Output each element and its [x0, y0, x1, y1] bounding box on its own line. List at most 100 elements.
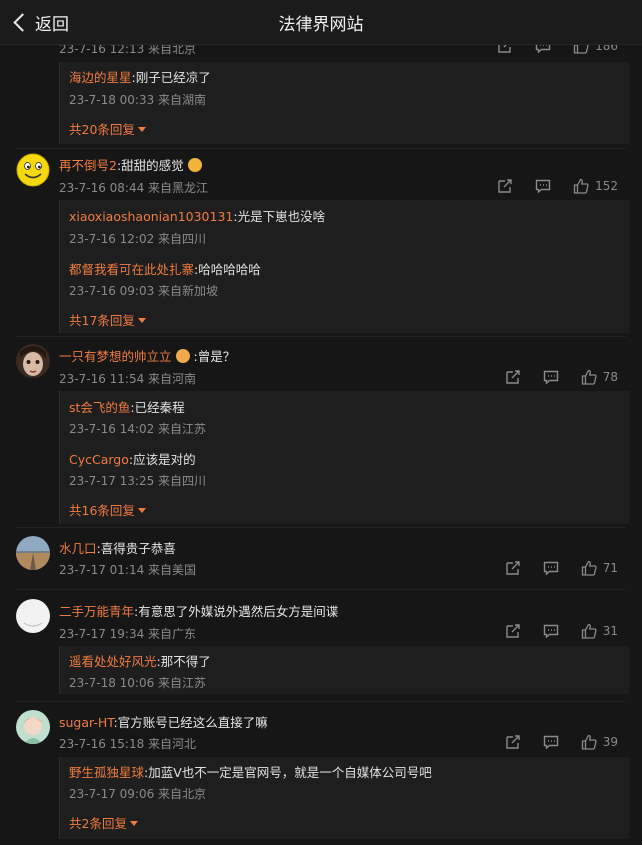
like-count: 152 [595, 179, 618, 193]
share-button[interactable] [505, 369, 521, 385]
emoji-icon [175, 349, 190, 363]
avatar[interactable] [16, 153, 50, 187]
share-icon [506, 735, 520, 749]
comment-username[interactable]: 二手万能青年 [59, 604, 134, 619]
comment-text: 二手万能青年:有意思了外媒说外遇然后女方是间谍 [59, 604, 339, 619]
avatar[interactable] [16, 710, 50, 744]
reply-box: 野生孤独星球:加蓝V也不一定是官网号，就是一个自媒体公司号吧 23-7-17 0… [59, 757, 629, 839]
comment-button[interactable] [535, 178, 551, 194]
comment-button[interactable] [543, 623, 559, 639]
comment-text: 一只有梦想的帅立立 :曾是？ [59, 349, 236, 364]
reply-meta: 23-7-16 14:02 来自江苏 [69, 422, 207, 436]
comment-meta: 23-7-16 08:44 来自黑龙江 [59, 181, 209, 195]
thumbs-up-icon [581, 369, 597, 385]
reply-meta: 23-7-18 00:33 来自湖南 [69, 93, 207, 107]
comment-meta: 23-7-16 11:54 来自河南 [59, 372, 197, 386]
caret-down-icon [129, 821, 138, 826]
like-button[interactable]: 39 [581, 734, 618, 750]
share-icon [506, 624, 520, 638]
share-button[interactable] [497, 178, 513, 194]
reply-username[interactable]: 都督我看可在此处扎寨 [69, 262, 194, 277]
like-button[interactable]: 152 [573, 178, 618, 194]
reply-box: 遥看处处好风光:那不得了 23-7-18 10:06 来自江苏 [59, 646, 629, 694]
more-replies-link[interactable]: 共17条回复 [69, 310, 146, 329]
reply-meta: 23-7-17 09:06 来自北京 [69, 787, 207, 801]
avatar[interactable] [16, 344, 50, 378]
divider [16, 336, 626, 337]
comment-username[interactable]: 水几口 [59, 541, 97, 556]
comment-icon [543, 561, 558, 576]
page-title: 法律界网站 [278, 15, 364, 35]
top-bar: 返回 法律界网站 [0, 0, 642, 45]
caret-down-icon [137, 508, 146, 513]
comment-meta: 23-7-16 15:18 来自河北 [59, 737, 197, 751]
comment-meta: 23-7-17 19:34 来自广东 [59, 627, 197, 641]
comment-button[interactable] [543, 369, 559, 385]
comment-username[interactable]: sugar-HT [59, 715, 114, 730]
reply-username[interactable]: CycCargo [69, 452, 129, 467]
reply-meta: 23-7-18 10:06 来自江苏 [69, 676, 207, 690]
comment-text: sugar-HT:官方账号已经这么直接了嘛 [59, 715, 268, 730]
emoji-icon [187, 158, 202, 172]
reply-meta: 23-7-16 09:03 来自新加坡 [69, 284, 219, 298]
comment-icon [543, 735, 558, 750]
thumbs-up-icon [581, 623, 597, 639]
more-replies-link[interactable]: 共2条回复 [69, 813, 138, 832]
like-button[interactable]: 78 [581, 369, 618, 385]
reply-username[interactable]: xiaoxiaoshaonian1030131 [69, 209, 233, 224]
comment-text: 再不倒号2:甜甜的感觉 [59, 155, 202, 174]
girl-avatar-icon [16, 710, 50, 744]
reply-text: st会飞的鱼:已经秦程 [69, 400, 185, 415]
share-icon [506, 561, 520, 575]
divider [16, 527, 626, 528]
share-icon [498, 179, 512, 193]
comment-actions: 78 [483, 369, 618, 385]
like-count: 78 [602, 370, 618, 384]
reply-text: 海边的星星:刚子已经凉了 [69, 70, 211, 85]
landscape-avatar-icon [16, 536, 50, 570]
like-button[interactable]: 71 [581, 560, 618, 576]
comment-username[interactable]: 一只有梦想的帅立立 [59, 349, 172, 364]
more-replies-link[interactable]: 共16条回复 [69, 500, 146, 519]
reply-meta: 23-7-16 12:02 来自四川 [69, 232, 207, 246]
thumbs-up-icon [573, 178, 589, 194]
comment-actions: 71 [483, 560, 618, 576]
reply-username[interactable]: 海边的星星 [69, 70, 132, 85]
comment-meta: 23-7-17 01:14 来自美国 [59, 563, 197, 577]
like-button[interactable]: 31 [581, 623, 618, 639]
reply-text: CycCargo:应该是对的 [69, 452, 196, 467]
comment-text: 水几口:喜得贵子恭喜 [59, 541, 176, 556]
reply-meta: 23-7-17 13:25 来自四川 [69, 474, 207, 488]
comment-username[interactable]: 再不倒号2 [59, 158, 117, 173]
portrait-avatar-icon [16, 344, 50, 378]
comment-actions: 152 [475, 178, 618, 194]
avatar[interactable] [16, 536, 50, 570]
thumbs-up-icon [581, 734, 597, 750]
share-icon [506, 370, 520, 384]
like-count: 39 [602, 735, 618, 749]
share-button[interactable] [505, 734, 521, 750]
divider [16, 589, 626, 590]
avatar[interactable] [16, 599, 50, 633]
comment-icon [543, 370, 558, 385]
share-button[interactable] [505, 560, 521, 576]
reply-box: xiaoxiaoshaonian1030131:光是下崽也没啥 23-7-16 … [59, 200, 629, 333]
reply-box: st会飞的鱼:已经秦程 23-7-16 14:02 来自江苏 CycCargo:… [59, 391, 629, 524]
more-replies-link[interactable]: 共20条回复 [69, 119, 146, 138]
reply-box: 海边的星星:刚子已经凉了 23-7-18 00:33 来自湖南 共20条回复 [59, 62, 629, 144]
like-count: 71 [602, 561, 618, 575]
comment-button[interactable] [543, 560, 559, 576]
reply-text: 都督我看可在此处扎寨:哈哈哈哈哈 [69, 262, 261, 277]
caret-down-icon [137, 127, 146, 132]
comment-actions: 39 [483, 734, 618, 750]
reply-text: 野生孤独星球:加蓝V也不一定是官网号，就是一个自媒体公司号吧 [69, 765, 432, 780]
reply-username[interactable]: 野生孤独星球 [69, 765, 144, 780]
reply-username[interactable]: 遥看处处好风光 [69, 654, 157, 669]
share-button[interactable] [505, 623, 521, 639]
comment-actions: 31 [483, 623, 618, 639]
smiley-avatar-icon [16, 153, 50, 187]
reply-username[interactable]: st会飞的鱼 [69, 400, 130, 415]
comment-button[interactable] [543, 734, 559, 750]
like-count: 31 [602, 624, 618, 638]
white-avatar-icon [16, 599, 50, 633]
